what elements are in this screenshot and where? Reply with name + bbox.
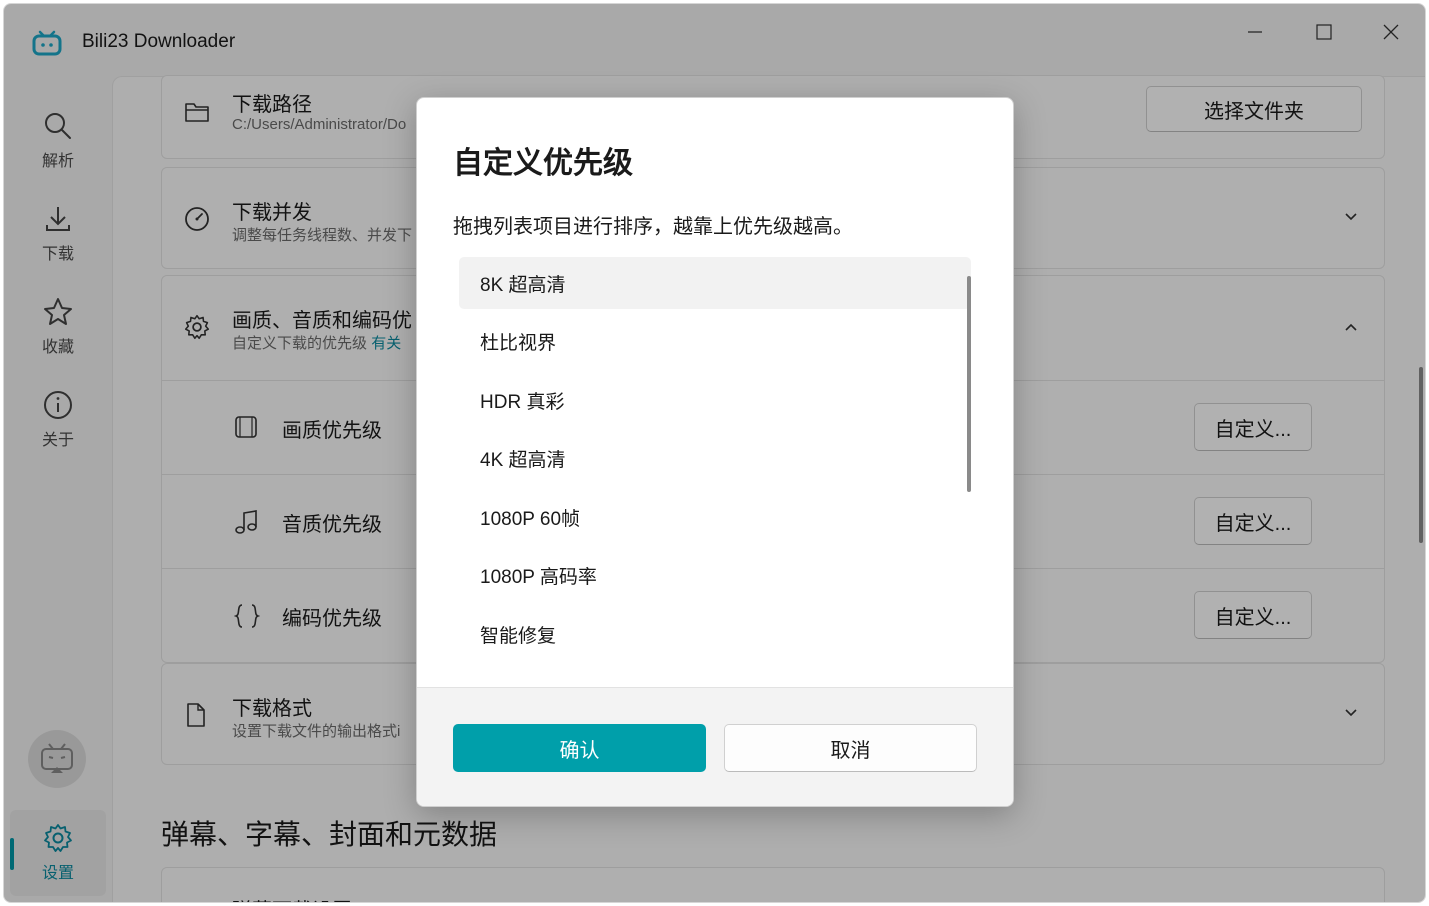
confirm-button[interactable]: 确认 <box>453 724 706 772</box>
cancel-button[interactable]: 取消 <box>724 724 977 772</box>
list-item[interactable]: HDR 真彩 <box>459 374 971 426</box>
list-item[interactable]: 智能修复 <box>459 608 971 660</box>
list-item[interactable]: 1080P 60帧 <box>459 491 971 543</box>
dialog-description: 拖拽列表项目进行排序，越靠上优先级越高。 <box>453 216 853 238</box>
list-item[interactable]: 1080P 高码率 <box>459 549 971 601</box>
list-scrollbar[interactable] <box>967 276 971 492</box>
list-item[interactable]: 4K 超高清 <box>459 432 971 484</box>
priority-dialog: 自定义优先级 拖拽列表项目进行排序，越靠上优先级越高。 8K 超高清 杜比视界 … <box>416 97 1014 807</box>
priority-list: 8K 超高清 杜比视界 HDR 真彩 4K 超高清 1080P 60帧 1080… <box>459 257 971 677</box>
dialog-footer: 确认 取消 <box>417 687 1013 806</box>
list-item[interactable]: 8K 超高清 <box>459 257 971 309</box>
dialog-title: 自定义优先级 <box>453 147 633 180</box>
list-item[interactable]: 杜比视界 <box>459 315 971 367</box>
